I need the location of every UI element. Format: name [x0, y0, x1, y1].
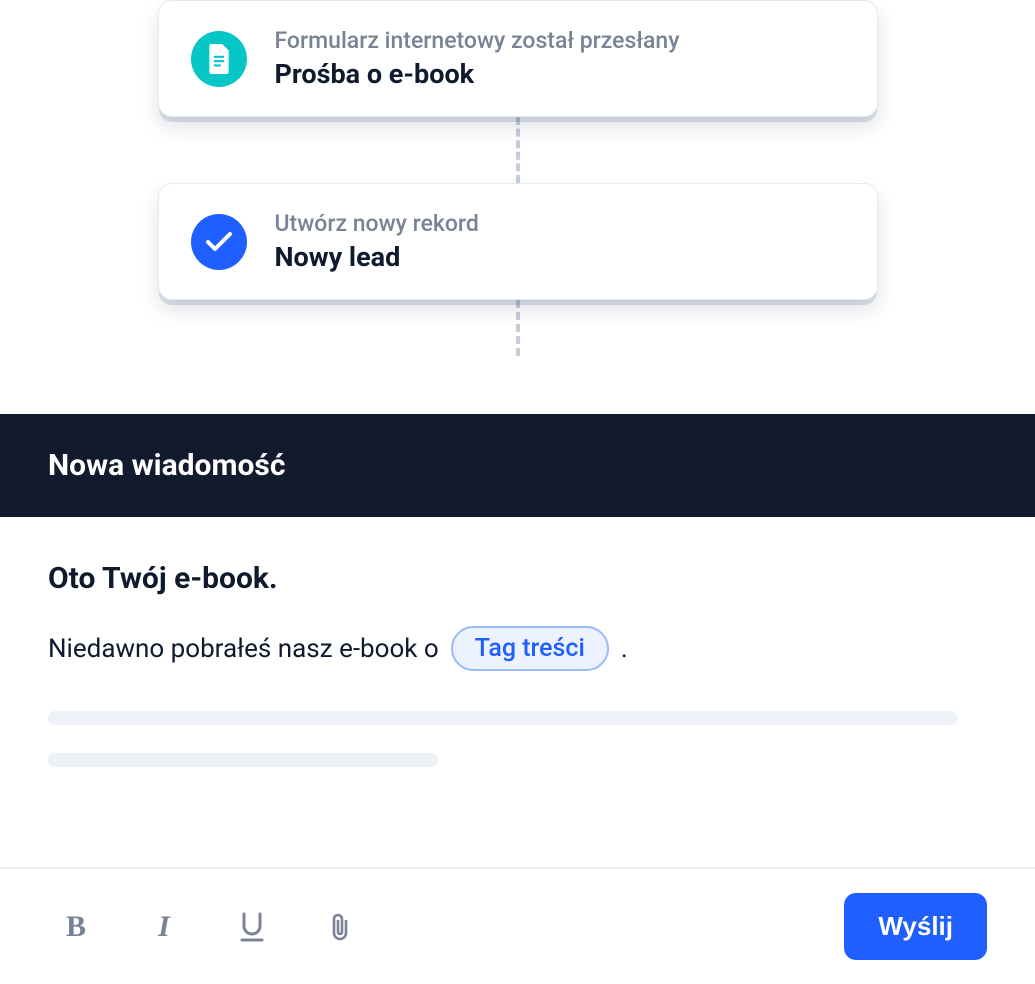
placeholder-line [48, 753, 438, 767]
compose-body[interactable]: Oto Twój e-book. Niedawno pobrałeś nasz … [0, 517, 1035, 867]
content-tag-pill[interactable]: Tag treści [451, 626, 609, 671]
bold-button[interactable]: B [60, 911, 92, 943]
card-subtitle: Utwórz nowy rekord [275, 210, 479, 237]
card-subtitle: Formularz internetowy został przesłany [275, 27, 680, 54]
compose-subject: Oto Twój e-book. [48, 561, 987, 596]
card-title: Nowy lead [275, 241, 479, 273]
card-text: Utwórz nowy rekord Nowy lead [275, 210, 479, 273]
workflow-area: Formularz internetowy został przesłany P… [0, 0, 1035, 356]
connector-line [516, 300, 520, 356]
document-icon [191, 31, 247, 87]
compose-header: Nowa wiadomość [0, 414, 1035, 517]
underline-button[interactable] [236, 911, 268, 943]
attachment-button[interactable] [324, 911, 356, 943]
italic-button[interactable]: I [148, 911, 180, 943]
body-text-suffix: . [621, 634, 628, 664]
compose-panel: Nowa wiadomość Oto Twój e-book. Niedawno… [0, 414, 1035, 984]
placeholder-line [48, 711, 958, 725]
compose-body-line: Niedawno pobrałeś nasz e-book o Tag treś… [48, 626, 987, 671]
send-button[interactable]: Wyślij [844, 893, 987, 960]
body-text-prefix: Niedawno pobrałeś nasz e-book o [48, 634, 439, 664]
formatting-group: B I [60, 911, 356, 943]
compose-toolbar: B I Wyślij [0, 867, 1035, 984]
checkmark-icon [191, 214, 247, 270]
workflow-card-create-record[interactable]: Utwórz nowy rekord Nowy lead [158, 183, 878, 300]
connector-line [516, 117, 520, 183]
card-title: Prośba o e-book [275, 58, 680, 90]
card-text: Formularz internetowy został przesłany P… [275, 27, 680, 90]
workflow-card-form-submitted[interactable]: Formularz internetowy został przesłany P… [158, 0, 878, 117]
